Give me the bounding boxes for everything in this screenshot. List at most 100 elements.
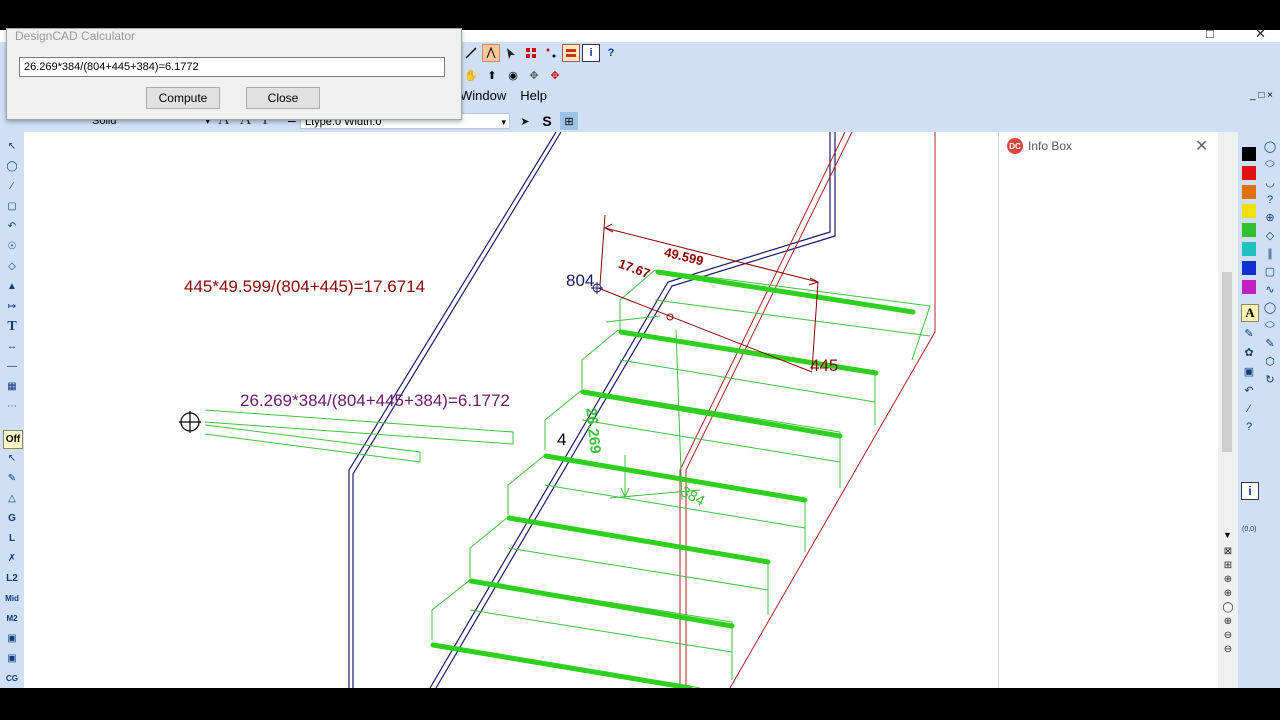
color-swatch-black[interactable] [1242,147,1256,161]
arc-icon[interactable]: ↶ [3,218,21,235]
snap-cg-label[interactable]: CG [3,670,21,687]
close-window-icon[interactable]: ✕ [1255,26,1266,42]
hand-icon[interactable]: ✋ [462,66,480,84]
circle-icon[interactable]: ☉ [3,238,21,255]
zoom-all-icon[interactable]: ⊕ [1224,616,1232,627]
drawing-canvas[interactable]: 445*49.599/(804+445)=17.6714 26.269*384/… [24,132,998,688]
hexagon-icon[interactable]: ⬡ [1265,355,1275,368]
shape-icon[interactable]: ▲ [3,278,21,295]
help-icon[interactable]: ? [1267,194,1273,206]
diamond-icon[interactable]: ◇ [1266,229,1274,242]
label-4: 4 [557,430,567,449]
snap-box-icon[interactable]: ▣ [3,630,21,647]
camera-icon[interactable]: ◉ [504,66,522,84]
target-icon[interactable]: ⊕ [1265,211,1274,224]
circle-tool-icon[interactable]: ◯ [1264,140,1276,153]
arc-tool-icon[interactable]: ◡ [1265,176,1275,189]
zoom-prev-icon[interactable]: ⊖ [1224,644,1232,655]
label-445: 445 [810,356,839,375]
color-swatch-yellow[interactable] [1242,204,1256,218]
hatch-icon[interactable]: ▦ [3,378,21,395]
box-icon[interactable]: ▢ [3,198,21,215]
scroll-down-icon[interactable]: ▼ [1223,530,1232,540]
move-view-icon[interactable]: ✥ [525,66,543,84]
curve-icon[interactable]: ↶ [1244,384,1253,397]
snap-l2-label[interactable]: L2 [3,570,21,587]
dots-tool-icon[interactable] [542,44,560,62]
arrow-select-icon[interactable]: ↖ [3,138,21,155]
restore-icon[interactable]: □ [1206,26,1214,41]
pointer-tool-icon[interactable] [482,44,500,62]
zoom-window-icon[interactable]: ⊠ [1224,546,1232,557]
close-icon[interactable]: ✕ [1195,136,1208,156]
snap-mid-label[interactable]: Mid [3,590,21,607]
palette-icon[interactable]: ✿ [1244,346,1253,359]
zoom-in-icon[interactable]: ⊕ [1224,588,1232,599]
zoom-icon[interactable]: ◯ [3,158,21,175]
color-swatch-cyan[interactable] [1242,242,1256,256]
snap-cross-icon[interactable]: ✗ [3,550,21,567]
color-swatch-orange[interactable] [1242,185,1256,199]
pen-icon[interactable]: ✎ [1244,327,1253,340]
snap-pointer-icon[interactable]: ↖ [3,450,21,467]
query-icon[interactable]: ? [1246,421,1252,433]
line-tool-icon[interactable] [462,44,480,62]
text-color-a-icon[interactable]: A [1241,304,1259,322]
slash-icon[interactable]: ∕ [1248,403,1250,415]
pen-icon[interactable]: ✎ [3,470,21,487]
formula-purple: 26.269*384/(804+445+384)=6.1772 [240,391,510,410]
select-tool-icon[interactable] [502,44,520,62]
scrollbar-thumb[interactable] [1222,272,1232,452]
wave-icon[interactable]: ∿ [1265,283,1274,296]
snap-grid-icon[interactable]: ⊞ [560,112,578,130]
box-icon[interactable]: ▢ [1265,265,1275,278]
step-outlines [204,269,931,688]
compute-button[interactable]: Compute [146,87,220,109]
diamond-icon[interactable]: ◇ [3,258,21,275]
center-view-icon[interactable]: ✥ [546,66,564,84]
expression-input[interactable] [19,57,445,77]
measure-icon[interactable]: ↔ [3,338,21,355]
parallel-icon[interactable]: ∥ [1267,247,1273,260]
menu-window[interactable]: Window [460,88,506,108]
off-toggle[interactable]: Off [3,430,23,449]
info-panel-icon[interactable]: i [1241,482,1259,500]
pencil-icon[interactable]: ✎ [1265,337,1274,350]
up-arrow-icon[interactable]: ⬆ [483,66,501,84]
help-icon[interactable]: ? [602,44,620,62]
color-swatch-green[interactable] [1242,223,1256,237]
oval-icon[interactable]: ⬭ [1265,319,1274,332]
grid-icon[interactable]: ⊞ [1224,560,1232,571]
color-swatch-blue[interactable] [1242,261,1256,275]
move-cursor-icon [179,411,201,433]
layers-icon[interactable] [562,44,580,62]
triangle-icon[interactable]: △ [3,490,21,507]
snap-arrow-icon[interactable]: ➤ [516,112,534,130]
dashed-line-icon[interactable]: ⋯ [3,398,21,415]
menu-bar: Window Help [460,88,547,108]
mdi-controls[interactable]: _ □ × [1250,90,1273,101]
add-icon[interactable]: ⊕ [1224,574,1232,585]
cycle-icon[interactable]: ↻ [1265,373,1274,386]
snap-l-label[interactable]: L [3,530,21,547]
close-button[interactable]: Close [246,87,320,109]
snap-m2-label[interactable]: M2 [3,610,21,627]
grid-tool-icon[interactable] [522,44,540,62]
layer-icon[interactable]: ▣ [1244,365,1254,378]
snap-s-icon[interactable]: S [538,112,556,130]
color-swatch-magenta[interactable] [1242,280,1256,294]
snap-g-label[interactable]: G [3,510,21,527]
text-tool-icon[interactable]: T [3,318,21,335]
zoom-icon[interactable]: ◯ [1222,602,1233,613]
dimension-icon[interactable]: ↦ [3,298,21,315]
dropdown-arrow-icon[interactable]: ▾ [501,114,506,130]
zoom-out-icon[interactable]: ⊖ [1224,630,1232,641]
menu-help[interactable]: Help [520,88,547,108]
info-icon[interactable]: i [582,44,600,62]
color-swatch-red[interactable] [1242,166,1256,180]
ellipse-icon[interactable]: ⬭ [1265,158,1274,171]
vertical-scrollbar[interactable]: ▼ ⊠ ⊞ ⊕ ⊕ ◯ ⊕ ⊖ ⊖ [1218,132,1238,688]
circle2-icon[interactable]: ◯ [1264,301,1276,314]
snap-box2-icon[interactable]: ▣ [3,650,21,667]
line-icon[interactable]: ∕ [3,178,21,195]
